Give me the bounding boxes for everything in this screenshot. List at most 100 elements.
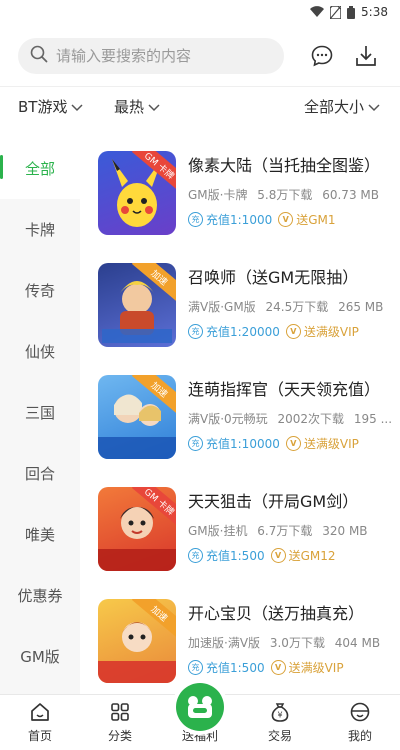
benefit-tags: 充充值1:1000 V 送GM1	[188, 211, 336, 228]
filter-bar: BT游戏 最热 全部大小	[0, 96, 400, 124]
gift-text: 送满级VIP	[288, 661, 344, 675]
bottom-tab-bar: 首页 分类 送福利 ¥ 交易 我的	[0, 683, 400, 750]
gift-tag: V 送GM12	[270, 547, 336, 564]
file-size: 195 ...	[353, 412, 393, 426]
sidebar-item-turn-based[interactable]: 回合	[0, 443, 80, 504]
gift-text: 送GM12	[288, 549, 336, 563]
game-title: 开心宝贝（送万抽真充）	[188, 604, 365, 623]
message-icon[interactable]	[308, 42, 336, 70]
game-meta: GM版·卡牌 5.8万下载 60.73 MB	[188, 186, 398, 203]
download-count: 24.5万下载	[265, 300, 329, 314]
tab-label: 首页	[27, 729, 52, 743]
file-size: 265 MB	[338, 300, 384, 314]
charge-ratio: 充值1:10000	[206, 437, 280, 451]
charge-tag: 充充值1:10000	[188, 435, 280, 452]
sidebar-item-label: 仙侠	[24, 343, 55, 361]
list-item[interactable]: 加速 连萌指挥官（天天领充值） 满V版·0元畅玩 2002次下载 195 ...…	[80, 362, 400, 474]
game-thumbnail: 加速	[98, 375, 176, 459]
download-count: 6.7万下载	[257, 524, 313, 538]
game-title: 连萌指挥官（天天领充值）	[188, 380, 381, 399]
tab-label: 交易	[267, 729, 292, 743]
no-sim-icon	[330, 5, 342, 19]
chevron-down-icon	[71, 98, 83, 116]
sidebar-item-legend[interactable]: 传奇	[0, 260, 80, 321]
chevron-down-icon	[148, 98, 160, 116]
gift-tag: V 送满级VIP	[270, 659, 344, 676]
tab-label: 分类	[107, 729, 132, 743]
game-tags-text: 满V版·0元畅玩	[188, 412, 268, 426]
sidebar-item-card[interactable]: 卡牌	[0, 199, 80, 260]
search-box[interactable]	[18, 38, 284, 74]
tab-welfare[interactable]: 送福利	[160, 683, 240, 750]
list-item[interactable]: GM 卡牌 像素大陆（当托抽全图鉴） GM版·卡牌 5.8万下载 60.73 M…	[80, 138, 400, 250]
charge-icon: 充	[188, 660, 203, 675]
tab-home[interactable]: 首页	[0, 695, 80, 750]
vip-icon: V	[270, 660, 286, 675]
charge-icon: 充	[188, 548, 203, 563]
size-filter[interactable]: 全部大小	[304, 96, 380, 117]
header-divider	[0, 86, 400, 87]
file-size: 60.73 MB	[322, 188, 379, 202]
charge-tag: 充充值1:1000	[188, 211, 272, 228]
game-thumbnail: GM 卡牌	[98, 487, 176, 571]
grid-icon	[109, 701, 131, 723]
sidebar-item-label: 回合	[24, 465, 55, 483]
search-icon	[30, 45, 48, 67]
charge-ratio: 充值1:1000	[206, 213, 273, 227]
download-icon[interactable]	[352, 42, 380, 70]
chevron-down-icon	[368, 98, 380, 116]
tab-label: 我的	[347, 729, 372, 743]
gift-tag: V 送GM1	[278, 211, 336, 228]
benefit-tags: 充充值1:10000 V 送满级VIP	[188, 435, 359, 452]
game-meta: GM版·挂机 6.7万下载 320 MB	[188, 522, 398, 539]
gift-icon	[176, 683, 224, 731]
file-size: 404 MB	[334, 636, 381, 650]
sidebar-item-all[interactable]: 全部	[0, 138, 80, 199]
tab-category[interactable]: 分类	[80, 695, 160, 750]
sidebar-item-aesthetic[interactable]: 唯美	[0, 504, 80, 565]
benefit-tags: 充充值1:500 V 送满级VIP	[188, 659, 344, 676]
user-icon	[349, 701, 371, 723]
vip-icon: V	[278, 212, 294, 227]
sidebar-item-three-kingdoms[interactable]: 三国	[0, 382, 80, 443]
game-tags-text: GM版·挂机	[188, 524, 248, 538]
game-thumbnail: 加速	[98, 599, 176, 683]
game-title: 像素大陆（当托抽全图鉴）	[188, 156, 381, 175]
list-item[interactable]: GM 卡牌 天天狙击（开局GM剑） GM版·挂机 6.7万下载 320 MB 充…	[80, 474, 400, 586]
download-count: 3.0万下载	[269, 636, 325, 650]
money-bag-icon: ¥	[269, 701, 291, 723]
status-time: 5:38	[361, 5, 388, 19]
charge-tag: 充充值1:500	[188, 659, 265, 676]
game-meta: 满V版·GM版 24.5万下载 265 MB	[188, 298, 398, 315]
game-meta: 加速版·满V版 3.0万下载 404 MB	[188, 634, 398, 651]
game-thumbnail: GM 卡牌	[98, 151, 176, 235]
gift-tag: V 送满级VIP	[285, 435, 359, 452]
svg-text:¥: ¥	[277, 711, 282, 720]
charge-tag: 充充值1:20000	[188, 323, 280, 340]
size-filter-label: 全部大小	[304, 98, 365, 116]
game-list: GM 卡牌 像素大陆（当托抽全图鉴） GM版·卡牌 5.8万下载 60.73 M…	[80, 138, 400, 694]
sidebar-item-label: 三国	[24, 404, 55, 422]
sort-filter[interactable]: 最热	[114, 96, 160, 117]
sidebar-item-gm[interactable]: GM版	[0, 626, 80, 687]
tab-trade[interactable]: ¥ 交易	[240, 695, 320, 750]
wifi-icon	[310, 6, 325, 18]
search-row	[18, 38, 382, 74]
sidebar-item-label: GM版	[20, 648, 60, 666]
list-item[interactable]: 加速 召唤师（送GM无限抽） 满V版·GM版 24.5万下载 265 MB 充充…	[80, 250, 400, 362]
game-title: 天天狙击（开局GM剑）	[188, 492, 359, 511]
game-title: 召唤师（送GM无限抽）	[188, 268, 359, 287]
sidebar-item-label: 卡牌	[24, 221, 55, 239]
sort-filter-label: 最热	[114, 98, 145, 116]
benefit-tags: 充充值1:20000 V 送满级VIP	[188, 323, 359, 340]
category-filter[interactable]: BT游戏	[18, 96, 83, 117]
game-tags-text: 满V版·GM版	[188, 300, 256, 314]
sidebar-item-xianxia[interactable]: 仙侠	[0, 321, 80, 382]
list-item[interactable]: 加速 开心宝贝（送万抽真充） 加速版·满V版 3.0万下载 404 MB 充充值…	[80, 586, 400, 694]
charge-ratio: 充值1:500	[206, 549, 265, 563]
tab-mine[interactable]: 我的	[320, 695, 400, 750]
sidebar-item-label: 优惠券	[17, 587, 63, 605]
home-icon	[29, 701, 51, 723]
sidebar-item-coupon[interactable]: 优惠券	[0, 565, 80, 626]
search-input[interactable]	[56, 47, 256, 65]
